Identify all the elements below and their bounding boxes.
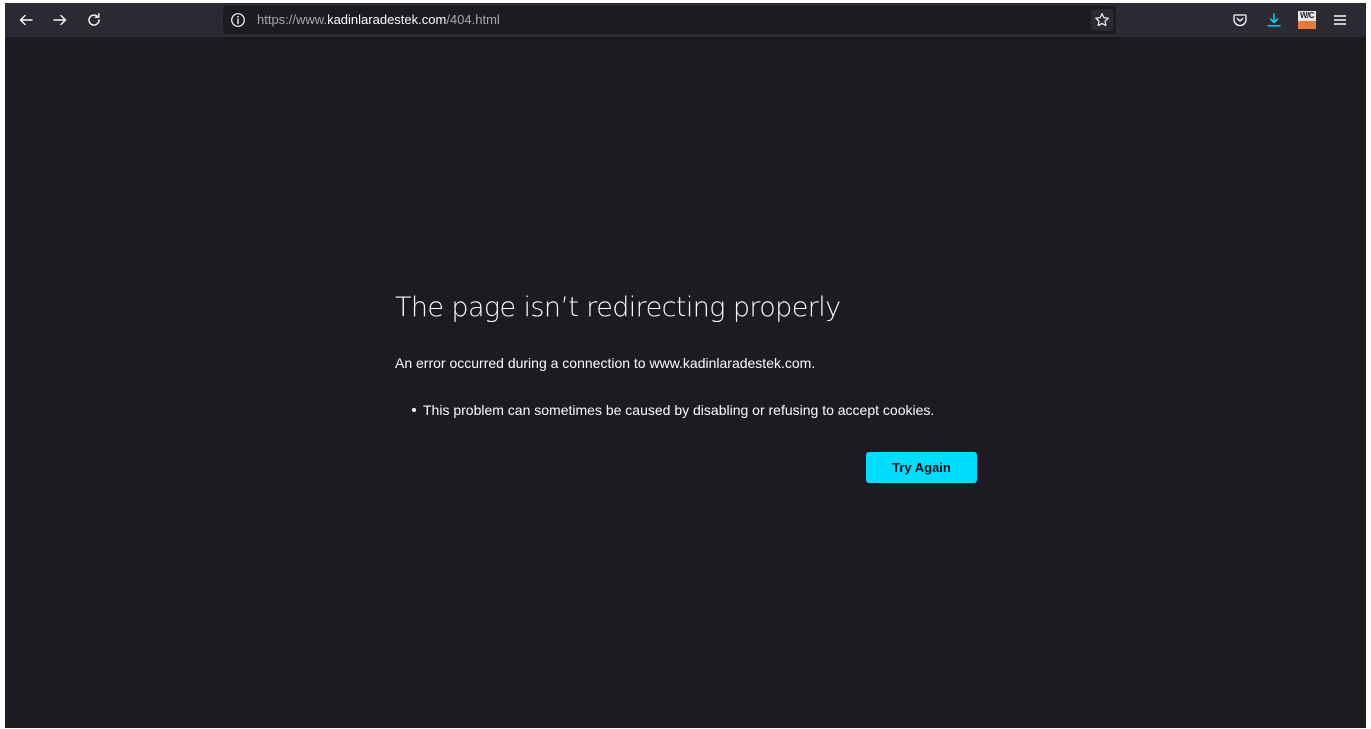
browser-window: https://www.kadinlaradestek.com/404.html… — [5, 3, 1366, 728]
pocket-icon — [1233, 14, 1247, 27]
hamburger-menu-icon — [1333, 15, 1347, 25]
url-bar[interactable]: https://www.kadinlaradestek.com/404.html — [223, 6, 1116, 34]
url-prefix: https://www. — [257, 12, 328, 27]
error-description: An error occurred during a connection to… — [395, 355, 816, 371]
error-title: The page isn’t redirecting properly — [395, 292, 841, 323]
menu-button[interactable] — [1328, 8, 1352, 32]
error-reason-text: This problem can sometimes be caused by … — [423, 402, 935, 418]
star-icon — [1095, 13, 1109, 27]
download-icon — [1267, 13, 1281, 27]
error-reasons-list: This problem can sometimes be caused by … — [395, 401, 934, 419]
back-arrow-icon — [19, 14, 33, 26]
browser-toolbar: https://www.kadinlaradestek.com/404.html… — [5, 3, 1366, 37]
extension-button[interactable]: W/C — [1295, 8, 1319, 32]
extension-icon: W/C — [1298, 11, 1316, 29]
extension-badge: W/C — [1298, 11, 1316, 21]
url-text[interactable]: https://www.kadinlaradestek.com/404.html — [257, 13, 500, 27]
forward-button[interactable] — [47, 7, 73, 33]
bullet-icon — [412, 408, 416, 412]
url-host: kadinlaradestek.com — [327, 12, 447, 27]
list-item: This problem can sometimes be caused by … — [395, 401, 934, 419]
info-icon[interactable] — [230, 12, 246, 28]
error-page: The page isn’t redirecting properly An e… — [395, 290, 985, 483]
reload-icon — [88, 13, 100, 26]
bookmark-button[interactable] — [1091, 9, 1113, 31]
extension-badge-base — [1298, 21, 1316, 29]
forward-arrow-icon — [53, 14, 67, 26]
url-path: /404.html — [446, 12, 500, 27]
try-again-button[interactable]: Try Again — [866, 452, 977, 483]
pocket-button[interactable] — [1228, 8, 1252, 32]
back-button[interactable] — [13, 7, 39, 33]
reload-button[interactable] — [81, 7, 107, 33]
downloads-button[interactable] — [1262, 8, 1286, 32]
